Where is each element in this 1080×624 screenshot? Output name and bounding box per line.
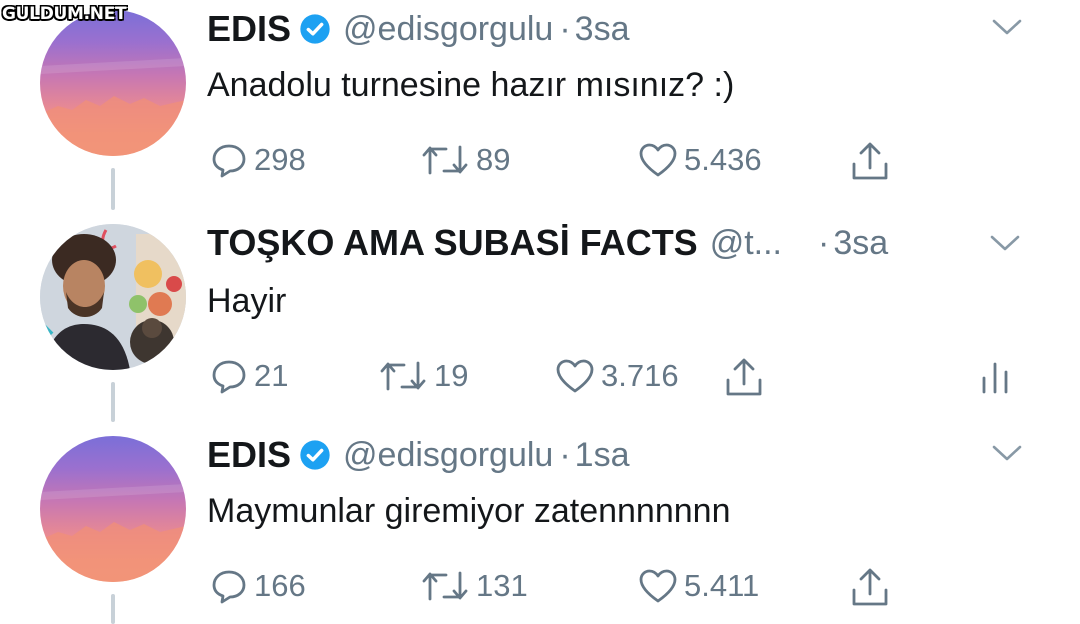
retweet-icon: [422, 571, 468, 601]
tweet-time[interactable]: 3sa: [833, 224, 888, 263]
chevron-down-icon[interactable]: [990, 442, 1024, 469]
reply-count: 21: [254, 358, 289, 393]
thread-line: [111, 168, 115, 210]
chevron-down-icon[interactable]: [988, 232, 1022, 259]
separator-dot: ·: [818, 223, 830, 262]
display-name[interactable]: EDIS: [207, 8, 291, 50]
like-button[interactable]: 3.716: [555, 358, 679, 394]
share-button[interactable]: [850, 140, 890, 182]
retweet-icon: [422, 145, 468, 175]
avatar[interactable]: [40, 224, 186, 370]
avatar[interactable]: [40, 10, 186, 156]
display-name[interactable]: TOŞKO AMA SUBASİ FACTS: [207, 222, 698, 264]
tweet-text: Anadolu turnesine hazır mısınız? :): [207, 66, 735, 104]
retweet-count: 19: [434, 358, 469, 393]
retweet-icon: [380, 361, 426, 391]
reply-count: 166: [254, 568, 306, 603]
verified-badge-icon: [299, 13, 331, 45]
tweet-header: TOŞKO AMA SUBASİ FACTS @t... · 3sa: [207, 222, 888, 264]
like-count: 3.716: [601, 358, 679, 393]
analytics-icon: [982, 362, 1008, 394]
verified-badge-icon: [299, 439, 331, 471]
tweet-header: EDIS @edisgorgulu · 3sa: [207, 8, 630, 50]
thread-line: [111, 382, 115, 422]
display-name[interactable]: EDIS: [207, 434, 291, 476]
tweet-time[interactable]: 3sa: [575, 10, 630, 49]
like-count: 5.411: [684, 568, 760, 603]
reply-count: 298: [254, 142, 306, 177]
reply-button[interactable]: 298: [210, 142, 306, 178]
separator-dot: ·: [559, 435, 571, 474]
user-handle[interactable]: @edisgorgulu: [343, 10, 553, 49]
share-button[interactable]: [850, 566, 890, 608]
user-handle[interactable]: @edisgorgulu: [343, 436, 553, 475]
like-button[interactable]: 5.436: [638, 142, 762, 178]
share-button[interactable]: [724, 356, 764, 398]
reply-icon: [212, 360, 246, 394]
tweet-text: Hayir: [207, 282, 287, 320]
tweet-header: EDIS @edisgorgulu · 1sa: [207, 434, 630, 476]
tweet-text: Maymunlar giremiyor zatennnnnnn: [207, 492, 731, 530]
user-handle[interactable]: @t...: [710, 224, 782, 263]
heart-icon: [639, 569, 677, 603]
chevron-down-icon[interactable]: [990, 16, 1024, 43]
separator-dot: ·: [559, 9, 571, 48]
like-button[interactable]: 5.411: [638, 568, 759, 604]
heart-icon: [639, 143, 677, 177]
thread-line: [111, 594, 115, 624]
retweet-count: 131: [476, 568, 528, 603]
analytics-button[interactable]: [978, 358, 1012, 396]
share-icon: [852, 142, 888, 180]
retweet-button[interactable]: 131: [420, 568, 528, 604]
share-icon: [726, 358, 762, 396]
reply-icon: [212, 144, 246, 178]
retweet-button[interactable]: 19: [378, 358, 468, 394]
like-count: 5.436: [684, 142, 762, 177]
reply-button[interactable]: 166: [210, 568, 306, 604]
avatar[interactable]: [40, 436, 186, 582]
site-watermark: GULDUM.NET: [2, 4, 127, 24]
tweet-time[interactable]: 1sa: [575, 436, 630, 475]
reply-button[interactable]: 21: [210, 358, 288, 394]
heart-icon: [556, 359, 594, 393]
retweet-count: 89: [476, 142, 511, 177]
reply-icon: [212, 570, 246, 604]
share-icon: [852, 568, 888, 606]
retweet-button[interactable]: 89: [420, 142, 510, 178]
